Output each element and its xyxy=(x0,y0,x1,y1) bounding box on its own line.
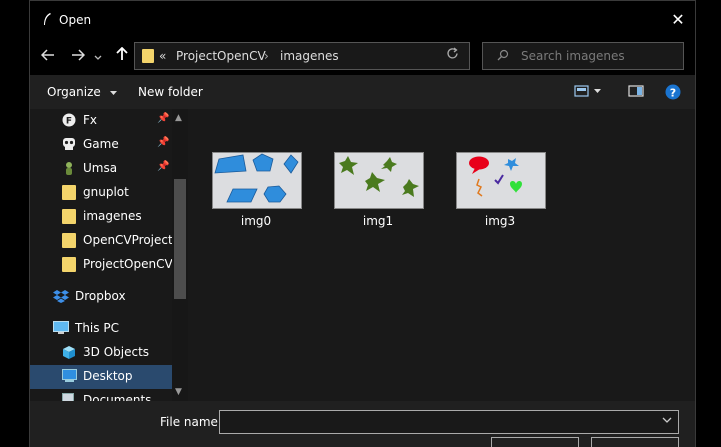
sidebar-item-label: ProjectOpenCV xyxy=(83,257,173,271)
sidebar-item-label: Game xyxy=(83,137,119,151)
organize-button[interactable]: Organize xyxy=(47,85,118,99)
cancel-button[interactable] xyxy=(591,437,679,447)
file-name-label: File name: xyxy=(160,415,222,429)
file-item-img0[interactable]: img0 xyxy=(210,149,306,229)
image-thumbnail xyxy=(334,152,424,209)
file-item-img1[interactable]: img1 xyxy=(332,149,428,229)
sidebar-item-label: imagenes xyxy=(83,209,142,223)
open-button[interactable] xyxy=(491,437,579,447)
preview-pane-button[interactable] xyxy=(628,84,644,98)
recent-locations-button[interactable] xyxy=(91,45,105,67)
back-button[interactable] xyxy=(37,45,59,67)
navigation-bar: « ProjectOpenCV › imagenes xyxy=(30,39,695,75)
breadcrumb-imagenes[interactable]: imagenes xyxy=(280,49,339,63)
scroll-up-icon[interactable]: ▲ xyxy=(175,113,182,123)
pin-icon: 📌 xyxy=(157,113,170,124)
search-input[interactable] xyxy=(521,47,671,65)
pin-icon: 📌 xyxy=(157,161,170,172)
sidebar-item-label: Documents xyxy=(83,393,152,401)
sidebar-item-fx[interactable]: F Fx 📌 xyxy=(30,109,172,133)
sidebar-item-label: This PC xyxy=(75,321,119,335)
file-name-field[interactable] xyxy=(219,410,679,434)
sidebar-item-label: 3D Objects xyxy=(83,345,150,359)
svg-text:?: ? xyxy=(670,87,676,100)
file-name: img0 xyxy=(240,214,272,228)
scroll-down-icon[interactable]: ▼ xyxy=(175,387,182,397)
refresh-icon[interactable] xyxy=(446,47,459,64)
sidebar-item-label: Umsa xyxy=(83,161,118,175)
sidebar-item-projectopencv[interactable]: ProjectOpenCV xyxy=(30,253,173,277)
folder-icon xyxy=(62,257,76,272)
sidebar-item-gnuplot[interactable]: gnuplot xyxy=(30,181,172,205)
sidebar-item-dropbox[interactable]: Dropbox xyxy=(30,285,172,309)
up-button[interactable] xyxy=(111,45,133,67)
sidebar-item-imagenes[interactable]: imagenes xyxy=(30,205,172,229)
document-icon xyxy=(62,393,76,401)
address-bar[interactable]: « ProjectOpenCV › imagenes xyxy=(134,42,470,70)
sidebar-item-label: OpenCVProject xyxy=(83,233,173,247)
search-icon xyxy=(497,49,509,64)
sidebar-scrollbar[interactable]: ▲ ▼ xyxy=(172,109,188,401)
sidebar-item-game[interactable]: Game 📌 xyxy=(30,133,172,157)
chevron-down-icon xyxy=(109,91,117,95)
help-button[interactable]: ? xyxy=(665,84,681,100)
computer-icon xyxy=(53,321,69,336)
file-name: img1 xyxy=(362,214,394,228)
feather-icon xyxy=(42,12,54,28)
svg-text:F: F xyxy=(66,117,72,127)
file-list: img0 img1 img3 xyxy=(190,109,695,401)
desktop-icon xyxy=(62,369,77,384)
app-fx-icon: F xyxy=(62,113,76,128)
sidebar-item-label: Fx xyxy=(83,113,98,127)
person-icon xyxy=(62,161,76,176)
title-bar: Open ✕ xyxy=(30,1,695,39)
new-folder-button[interactable]: New folder xyxy=(138,85,203,99)
open-dialog: Open ✕ « ProjectOpenCV › imagenes Search… xyxy=(29,0,696,447)
dropbox-icon xyxy=(53,289,69,304)
folder-icon xyxy=(62,233,76,248)
sidebar-item-3d-objects[interactable]: 3D Objects xyxy=(30,341,172,365)
skull-icon xyxy=(62,137,76,152)
forward-button[interactable] xyxy=(67,45,89,67)
sidebar-item-this-pc[interactable]: This PC xyxy=(30,317,172,341)
cube-icon xyxy=(62,345,76,360)
close-button[interactable]: ✕ xyxy=(667,9,689,31)
breadcrumb-projectopencv[interactable]: ProjectOpenCV xyxy=(176,49,266,63)
sidebar-item-label: Desktop xyxy=(83,369,133,383)
navigation-pane: F Fx 📌 Game 📌 Umsa 📌 gnuplot imagenes Op… xyxy=(30,109,190,401)
command-bar: Organize New folder ? xyxy=(30,75,695,109)
scrollbar-thumb[interactable] xyxy=(174,179,186,299)
file-name: img3 xyxy=(484,214,516,228)
file-item-img3[interactable]: img3 xyxy=(454,149,550,229)
image-thumbnail xyxy=(456,152,546,209)
sidebar-item-label: Dropbox xyxy=(75,289,126,303)
sidebar-item-label: gnuplot xyxy=(83,185,129,199)
sidebar-item-desktop[interactable]: Desktop xyxy=(30,365,172,389)
window-title: Open xyxy=(59,13,92,27)
sidebar-item-documents[interactable]: Documents xyxy=(30,389,172,401)
view-options-button[interactable] xyxy=(574,84,601,98)
folder-icon xyxy=(62,185,76,200)
sidebar-item-opencvproject[interactable]: OpenCVProject xyxy=(30,229,173,253)
folder-icon xyxy=(142,49,154,63)
address-overflow[interactable]: « xyxy=(159,49,166,63)
breadcrumb-separator: › xyxy=(264,49,269,63)
folder-icon xyxy=(62,209,76,224)
pin-icon: 📌 xyxy=(157,137,170,148)
sidebar-item-umsa[interactable]: Umsa 📌 xyxy=(30,157,172,181)
chevron-down-icon[interactable] xyxy=(662,414,672,427)
organize-label: Organize xyxy=(47,85,101,99)
image-thumbnail xyxy=(212,152,302,209)
search-box[interactable] xyxy=(482,42,684,70)
